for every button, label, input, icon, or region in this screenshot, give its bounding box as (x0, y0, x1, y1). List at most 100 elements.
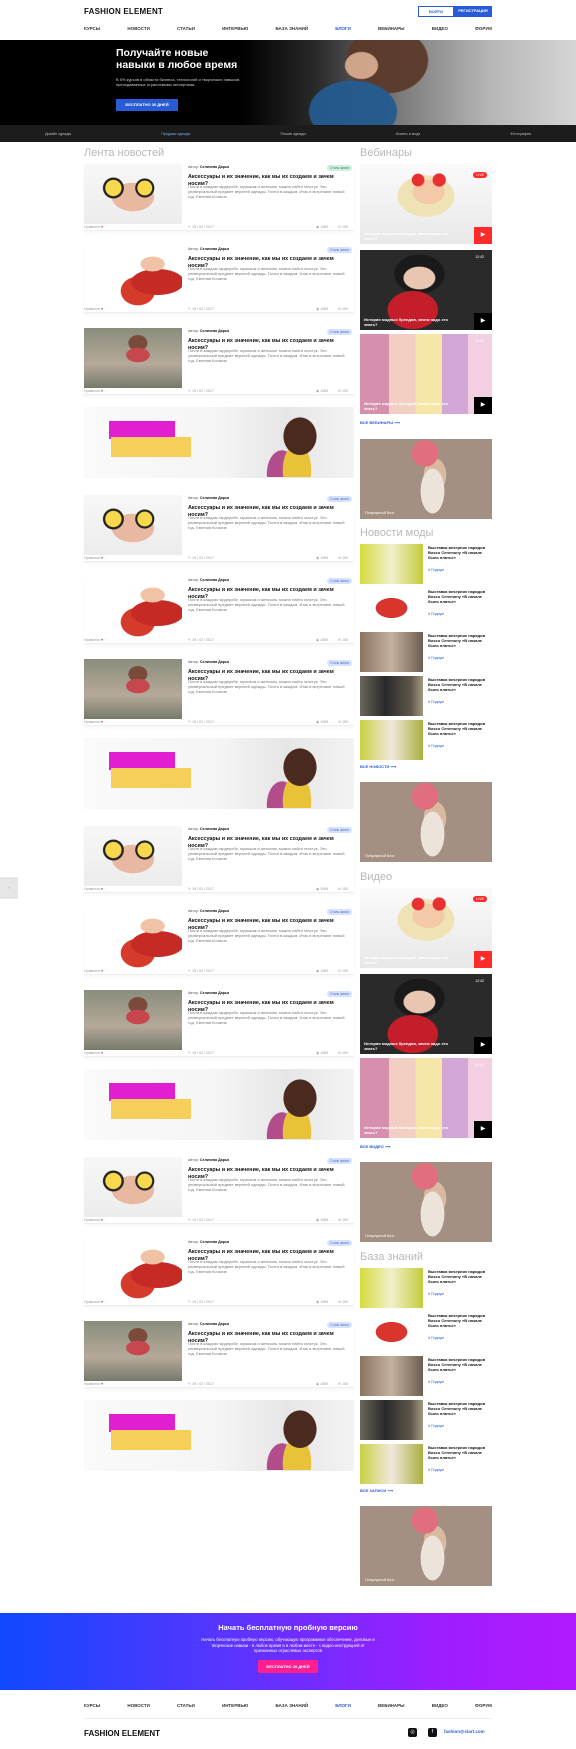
feed-card[interactable]: Автор: Селичева Дарья Стиль жизни Аксесс… (84, 328, 354, 395)
nav-item-video[interactable]: ВИДЕО (432, 26, 448, 31)
news-item-title[interactable]: Выставка вечерних нарядов Bosco Ceremony… (428, 1269, 490, 1284)
blog-ad-banner[interactable]: Популярный Блог (360, 782, 492, 862)
news-item-image[interactable] (360, 1444, 423, 1484)
feed-card[interactable]: Автор: Селичева Дарья Стиль жизни Аксесс… (84, 164, 354, 231)
category-badge[interactable]: Стиль жизни (327, 827, 352, 833)
video-card[interactable]: 12:42 История модных брендов, зачем надо… (360, 1058, 492, 1138)
feed-card[interactable]: Автор: Селичева Дарья Стиль жизни Аксесс… (84, 1157, 354, 1224)
news-item-image[interactable] (360, 588, 423, 628)
nav-item-articles[interactable]: СТАТЬИ (177, 26, 195, 31)
nav-item-courses[interactable]: КУРСЫ (84, 26, 100, 31)
like-button[interactable]: Нравится ♥ (84, 1218, 103, 1222)
category-badge[interactable]: Стиль жизни (327, 496, 352, 502)
site-logo[interactable]: FASHION ELEMENT (84, 7, 163, 16)
like-button[interactable]: Нравится ♥ (84, 969, 103, 973)
feed-card-image[interactable] (84, 908, 182, 968)
news-item-title[interactable]: Выставка вечерних нарядов Bosco Ceremony… (428, 1401, 490, 1416)
footer-nav-articles[interactable]: СТАТЬИ (177, 1703, 195, 1708)
news-item-title[interactable]: Выставка вечерних нарядов Bosco Ceremony… (428, 721, 490, 736)
feed-card-image[interactable] (84, 1321, 182, 1381)
instagram-icon[interactable]: ◎ (408, 1728, 417, 1737)
news-item-tag[interactable]: # Подиум (428, 1336, 444, 1340)
video-card[interactable]: LIVE История модных брендов, зачем надо … (360, 164, 492, 244)
all-webinars-link[interactable]: ВСЕ ВЕБИНАРЫ ⟶ (360, 420, 400, 425)
news-item-title[interactable]: Выставка вечерних нарядов Bosco Ceremony… (428, 545, 490, 560)
news-item[interactable]: Выставка вечерних нарядов Bosco Ceremony… (360, 720, 492, 760)
all-news-link[interactable]: ВСЕ НОВОСТИ ⟶ (360, 764, 396, 769)
blog-ad-banner[interactable]: Популярный Блог (360, 1162, 492, 1242)
news-item[interactable]: Выставка вечерних нарядов Bosco Ceremony… (360, 676, 492, 716)
footer-nav-courses[interactable]: КУРСЫ (84, 1703, 100, 1708)
news-item[interactable]: Выставка вечерних нарядов Bosco Ceremony… (360, 1312, 492, 1352)
feed-card-image[interactable] (84, 1239, 182, 1299)
nav-item-webinars[interactable]: ВЕБИНАРЫ (378, 26, 405, 31)
news-item-tag[interactable]: # Подиум (428, 656, 444, 660)
footer-nav-knowledge-base[interactable]: БАЗА ЗНАНИЙ (275, 1703, 308, 1708)
footer-nav-video[interactable]: ВИДЕО (432, 1703, 448, 1708)
tab-clothing-sales[interactable]: Продажи одежды (161, 132, 190, 136)
category-badge[interactable]: Стиль жизни (327, 247, 352, 253)
like-button[interactable]: Нравится ♥ (84, 556, 103, 560)
footer-nav-interviews[interactable]: ИНТЕРВЬЮ (222, 1703, 248, 1708)
all-video-link[interactable]: ВСЕ ВИДЕО ⟶ (360, 1144, 391, 1149)
feed-promo-banner[interactable] (84, 407, 354, 478)
feed-card-image[interactable] (84, 1157, 182, 1217)
blog-ad-banner[interactable]: Популярный Блог (360, 1506, 492, 1586)
news-item[interactable]: Выставка вечерних нарядов Bosco Ceremony… (360, 544, 492, 584)
footer-email-link[interactable]: fashion@start.com (444, 1729, 485, 1734)
like-button[interactable]: Нравится ♥ (84, 1051, 103, 1055)
news-item-title[interactable]: Выставка вечерних нарядов Bosco Ceremony… (428, 633, 490, 648)
video-card[interactable]: LIVE История модных брендов, зачем надо … (360, 888, 492, 968)
nav-item-interviews[interactable]: ИНТЕРВЬЮ (222, 26, 248, 31)
feed-promo-banner[interactable] (84, 738, 354, 809)
play-icon[interactable]: ▶ (474, 397, 492, 414)
footer-nav-forum[interactable]: ФОРУМ (475, 1703, 492, 1708)
video-card[interactable]: 12:42 История модных брендов, зачем надо… (360, 334, 492, 414)
news-item-title[interactable]: Выставка вечерних нарядов Bosco Ceremony… (428, 677, 490, 692)
register-button[interactable]: РЕГИСТРАЦИЯ (454, 6, 492, 17)
play-icon[interactable]: ▶ (474, 313, 492, 330)
footer-logo[interactable]: FASHION ELEMENT (84, 1729, 160, 1738)
hero-trial-button[interactable]: БЕСПЛАТНО 30 ДНЕЙ (116, 99, 178, 111)
feed-card[interactable]: Автор: Селичева Дарья Стиль жизни Аксесс… (84, 908, 354, 975)
news-item[interactable]: Выставка вечерних нарядов Bosco Ceremony… (360, 632, 492, 672)
news-item[interactable]: Выставка вечерних нарядов Bosco Ceremony… (360, 1268, 492, 1308)
category-badge[interactable]: Стиль жизни (327, 909, 352, 915)
news-item-tag[interactable]: # Подиум (428, 744, 444, 748)
feed-card[interactable]: Автор: Селичева Дарья Стиль жизни Аксесс… (84, 1321, 354, 1388)
news-item-image[interactable] (360, 544, 423, 584)
news-item-tag[interactable]: # Подиум (428, 1380, 444, 1384)
footer-nav-webinars[interactable]: ВЕБИНАРЫ (378, 1703, 405, 1708)
like-button[interactable]: Нравится ♥ (84, 225, 103, 229)
side-panel-toggle[interactable]: › (0, 877, 18, 899)
news-item[interactable]: Выставка вечерних нарядов Bosco Ceremony… (360, 1400, 492, 1440)
play-icon[interactable]: ▶ (474, 951, 492, 968)
video-card[interactable]: 12:42 История модных брендов, зачем надо… (360, 974, 492, 1054)
news-item-title[interactable]: Выставка вечерних нарядов Bosco Ceremony… (428, 589, 490, 604)
feed-card[interactable]: Автор: Селичева Дарья Стиль жизни Аксесс… (84, 577, 354, 644)
feed-promo-banner[interactable] (84, 1069, 354, 1140)
news-item-image[interactable] (360, 1268, 423, 1308)
blog-ad-banner[interactable]: Популярный Блог (360, 439, 492, 519)
category-badge[interactable]: Стиль жизни (327, 578, 352, 584)
news-item-image[interactable] (360, 676, 423, 716)
news-item-image[interactable] (360, 1356, 423, 1396)
news-item-image[interactable] (360, 632, 423, 672)
like-button[interactable]: Нравится ♥ (84, 1300, 103, 1304)
feed-card-image[interactable] (84, 164, 182, 224)
nav-item-forum[interactable]: ФОРУМ (475, 26, 492, 31)
feed-card-image[interactable] (84, 495, 182, 555)
tab-fashion-business[interactable]: Бизнес в моде (396, 132, 420, 136)
cta-trial-button[interactable]: БЕСПЛАТНО 30 ДНЕЙ (258, 1659, 318, 1673)
feed-card-image[interactable] (84, 826, 182, 886)
feed-card[interactable]: Автор: Селичева Дарья Стиль жизни Аксесс… (84, 1239, 354, 1306)
news-item-tag[interactable]: # Подиум (428, 612, 444, 616)
feed-card-image[interactable] (84, 659, 182, 719)
footer-nav-blogs[interactable]: БЛОГИ (335, 1703, 351, 1708)
like-button[interactable]: Нравится ♥ (84, 389, 103, 393)
news-item-image[interactable] (360, 720, 423, 760)
video-card[interactable]: 12:42 История модных брендов, зачем надо… (360, 250, 492, 330)
footer-nav-news[interactable]: НОВОСТИ (127, 1703, 150, 1708)
feed-card[interactable]: Автор: Селичева Дарья Стиль жизни Аксесс… (84, 659, 354, 726)
tab-photography[interactable]: Фотография (510, 132, 530, 136)
